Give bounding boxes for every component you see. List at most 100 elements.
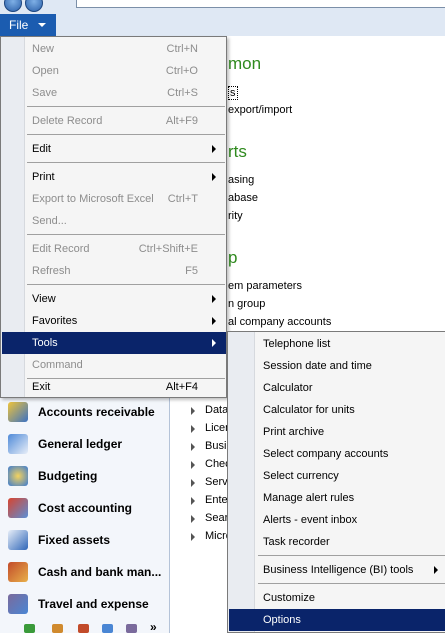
submenu-item-print-archive[interactable]: Print archive [229,421,445,443]
menu-item-label: Tools [32,337,58,349]
submenu-item-session-date[interactable]: Session date and time [229,355,445,377]
content-link[interactable]: al company accounts [228,316,331,328]
expand-arrow-icon [191,479,195,487]
submenu-item-options[interactable]: Options [229,609,445,631]
content-link[interactable]: rity [228,210,243,222]
menu-item-print[interactable]: Print [2,166,226,188]
submenu-item-telephone-list[interactable]: Telephone list [229,333,445,355]
list-item[interactable]: Serv [181,475,231,491]
expand-arrow-icon [191,425,195,433]
list-item[interactable]: Data [181,403,231,419]
menu-item-save[interactable]: Save Ctrl+S [2,82,226,104]
menu-item-label: Command [32,359,83,371]
menu-item-exit[interactable]: Exit Alt+F4 [2,376,226,398]
nav-item-cash-and-bank[interactable]: Cash and bank man... [0,556,168,588]
nav-item-label: Cash and bank man... [38,565,162,579]
menu-item-view[interactable]: View [2,288,226,310]
content-link[interactable]: asing [228,174,254,186]
list-item-label: Sear [205,512,229,524]
menu-item-export-excel[interactable]: Export to Microsoft Excel Ctrl+T [2,188,226,210]
file-menu-button[interactable]: File [0,14,56,36]
expand-arrow-icon [191,461,195,469]
menu-item-shortcut: F5 [185,265,198,277]
menu-item-shortcut: Ctrl+O [165,65,198,77]
menu-item-tools[interactable]: Tools [2,332,226,354]
file-button-label: File [9,18,29,32]
submenu-item-alerts-inbox[interactable]: Alerts - event inbox [229,509,445,531]
nav-item-accounts-receivable[interactable]: Accounts receivable [0,396,168,428]
menu-item-label: Save [32,87,58,99]
submenu-item-label: Business Intelligence (BI) tools [263,564,414,576]
menu-item-refresh[interactable]: Refresh F5 [2,260,226,282]
menu-item-shortcut: Ctrl+Shift+E [138,243,198,255]
nav-item-travel-and-expense[interactable]: Travel and expense [0,588,168,620]
more-icon[interactable]: » [150,620,157,634]
nav-shortcut-icon[interactable] [52,624,63,633]
menu-item-shortcut: Ctrl+T [167,193,198,205]
submenu-item-calculator[interactable]: Calculator [229,377,445,399]
menu-separator [27,106,225,107]
submenu-arrow-icon [212,145,216,153]
menu-item-label: Refresh [32,265,71,277]
list-item[interactable]: Sear [181,511,231,527]
expand-arrow-icon [191,515,195,523]
menu-item-label: Edit Record [32,243,90,255]
menu-item-edit-record[interactable]: Edit Record Ctrl+Shift+E [2,238,226,260]
list-item[interactable]: Ente [181,493,231,509]
list-item[interactable]: Chec [181,457,231,473]
menu-item-shortcut: Alt+F9 [165,115,198,127]
submenu-item-select-company[interactable]: Select company accounts [229,443,445,465]
menu-item-delete-record[interactable]: Delete Record Alt+F9 [2,110,226,132]
list-item[interactable]: Micro [181,529,232,545]
menu-item-send[interactable]: Send... [2,210,226,232]
submenu-item-select-currency[interactable]: Select currency [229,465,445,487]
content-link[interactable]: abase [228,192,258,204]
submenu-arrow-icon [212,173,216,181]
nav-shortcut-icon[interactable] [102,624,113,633]
travel-and-expense-icon [8,594,28,614]
menu-item-favorites[interactable]: Favorites [2,310,226,332]
content-link[interactable]: em parameters [228,280,302,292]
section-heading: rts [228,142,247,161]
menu-item-edit[interactable]: Edit [2,138,226,160]
nav-shortcut-icon[interactable] [78,624,89,633]
submenu-item-bi-tools[interactable]: Business Intelligence (BI) tools [229,559,445,581]
content-link[interactable]: export/import [228,104,292,116]
menu-item-open[interactable]: Open Ctrl+O [2,60,226,82]
menu-item-label: Edit [32,143,51,155]
file-menu: New Ctrl+N Open Ctrl+O Save Ctrl+S Delete R… [0,36,227,398]
address-input[interactable] [76,0,445,8]
list-item[interactable]: Licen [181,421,231,437]
nav-item-general-ledger[interactable]: General ledger [0,428,168,460]
menu-item-label: New [32,43,55,55]
submenu-arrow-icon [212,317,216,325]
nav-shortcut-icon[interactable] [126,624,137,633]
submenu-item-calculator-units[interactable]: Calculator for units [229,399,445,421]
nav-item-cost-accounting[interactable]: Cost accounting [0,492,168,524]
nav-item-fixed-assets[interactable]: Fixed assets [0,524,168,556]
list-item[interactable]: Busin [181,439,233,455]
nav-shortcut-icon[interactable] [24,624,35,633]
menu-item-label: Export to Microsoft Excel [32,193,154,205]
menu-item-command[interactable]: Command [2,354,226,376]
fixed-assets-icon [8,530,28,550]
submenu-item-task-recorder[interactable]: Task recorder [229,531,445,553]
content-link[interactable]: s [228,86,238,100]
nav-item-budgeting[interactable]: Budgeting [0,460,168,492]
expand-arrow-icon [191,533,195,541]
submenu-arrow-icon [434,566,438,574]
submenu-item-label: Calculator [263,382,313,394]
menu-item-new[interactable]: New Ctrl+N [2,38,226,60]
content-link[interactable]: n group [228,298,265,310]
menu-separator [27,162,225,163]
menu-separator [27,284,225,285]
submenu-item-label: Telephone list [263,338,331,350]
submenu-item-customize[interactable]: Customize [229,587,445,609]
menu-item-label: Print [32,171,55,183]
list-item-label: Serv [205,476,228,488]
menu-separator [27,234,225,235]
submenu-item-label: Calculator for units [263,404,355,416]
submenu-item-manage-alert-rules[interactable]: Manage alert rules [229,487,445,509]
nav-item-label: General ledger [38,437,123,451]
nav-item-label: Fixed assets [38,533,111,547]
